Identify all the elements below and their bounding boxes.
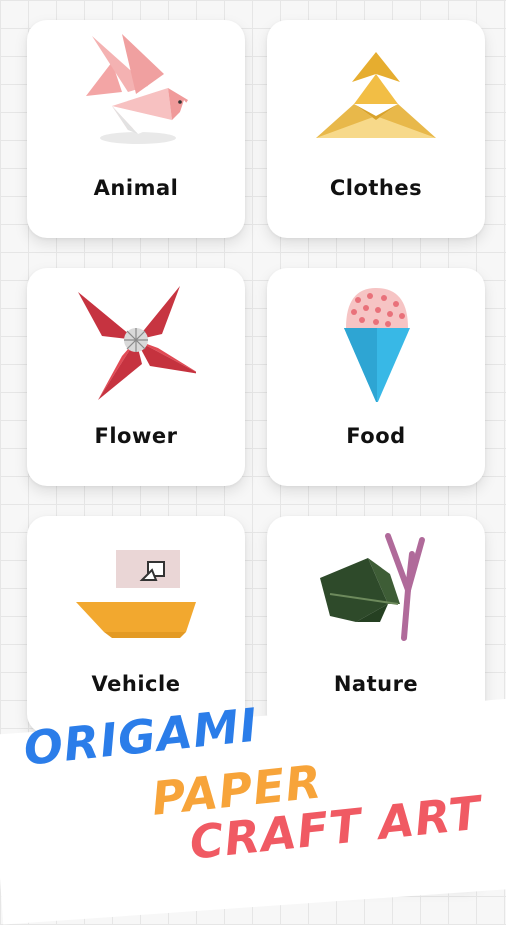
category-label: Flower <box>94 424 178 448</box>
category-label: Nature <box>333 672 419 696</box>
category-label: Clothes <box>329 176 423 200</box>
category-card-animal[interactable]: Animal <box>27 20 245 238</box>
origami-ice-cream-icon <box>316 282 436 402</box>
origami-boat-icon <box>76 530 196 650</box>
origami-flower-icon <box>76 282 196 402</box>
origami-samurai-hat-icon <box>316 34 436 154</box>
category-card-clothes[interactable]: Clothes <box>267 20 485 238</box>
category-label: Vehicle <box>91 672 181 696</box>
category-label: Food <box>346 424 406 448</box>
category-label: Animal <box>93 176 179 200</box>
origami-bird-icon <box>76 34 196 154</box>
origami-leaf-tree-icon <box>316 530 436 650</box>
category-card-flower[interactable]: Flower <box>27 268 245 486</box>
category-card-nature[interactable]: Nature <box>267 516 485 734</box>
category-card-food[interactable]: Food <box>267 268 485 486</box>
category-grid: Animal Clothes Flower Food Vehicle Natur… <box>27 20 485 734</box>
